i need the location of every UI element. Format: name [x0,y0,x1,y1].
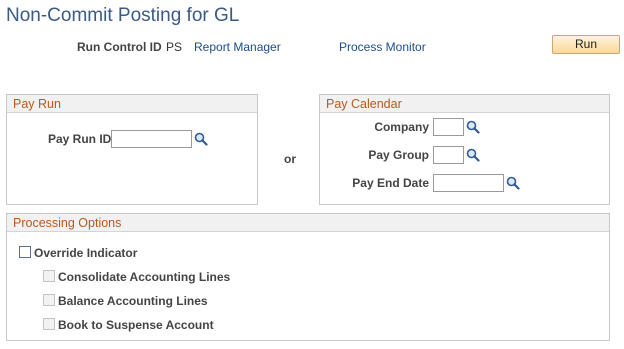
override-indicator-checkbox[interactable] [19,246,31,258]
report-manager-link[interactable]: Report Manager [194,40,281,54]
pay-group-label: Pay Group [368,148,429,162]
pay-run-id-label: Pay Run ID [48,132,112,146]
company-lookup-icon[interactable] [466,120,480,134]
run-control-id-value: PS [166,40,183,54]
processing-options-header: Processing Options [7,214,609,232]
pay-run-id-input[interactable] [111,130,192,148]
page-title: Non-Commit Posting for GL [6,5,240,26]
company-input[interactable] [433,118,464,136]
pay-group-lookup-icon[interactable] [466,148,480,162]
override-indicator-label: Override Indicator [34,246,138,260]
pay-calendar-header: Pay Calendar [320,95,609,113]
pay-end-date-label: Pay End Date [352,176,429,190]
process-monitor-link[interactable]: Process Monitor [339,40,426,54]
processing-options-section: Processing Options Override Indicator Co… [6,213,610,341]
pay-calendar-section: Pay Calendar Company Pay Group Pay End D… [319,94,610,205]
or-label: or [284,152,296,166]
run-control-id-label: Run Control ID [77,40,162,54]
pay-run-id-lookup-icon[interactable] [194,132,208,146]
consolidate-accounting-lines-label: Consolidate Accounting Lines [58,270,231,284]
pay-end-date-input[interactable] [433,174,504,192]
consolidate-accounting-lines-checkbox[interactable] [43,270,55,282]
pay-end-date-lookup-icon[interactable] [506,176,520,190]
balance-accounting-lines-label: Balance Accounting Lines [58,294,208,308]
company-label: Company [374,120,429,134]
book-to-suspense-label: Book to Suspense Account [58,318,214,332]
pay-group-input[interactable] [433,146,464,164]
run-button[interactable]: Run [552,35,620,54]
balance-accounting-lines-checkbox[interactable] [43,294,55,306]
pay-run-section: Pay Run Pay Run ID [6,94,258,205]
pay-run-header: Pay Run [7,95,257,113]
book-to-suspense-checkbox[interactable] [43,318,55,330]
